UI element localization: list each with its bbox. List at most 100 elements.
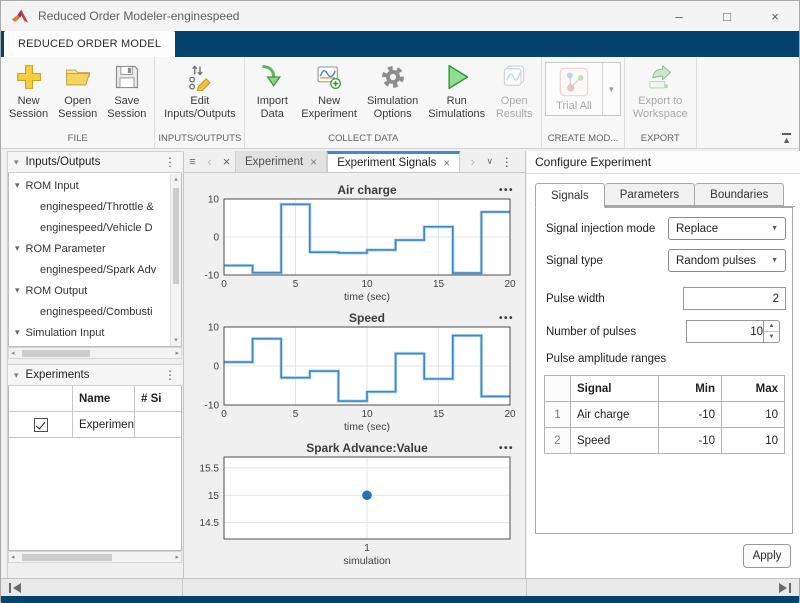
collapse-triangle-icon[interactable]: [14, 157, 19, 168]
minimize-icon[interactable]: –: [655, 1, 703, 31]
save-session-button[interactable]: Save Session: [102, 60, 151, 123]
tree-horizontal-scrollbar[interactable]: ◂ ▸: [8, 347, 182, 359]
scrollbar-thumb[interactable]: [22, 554, 112, 561]
apply-button[interactable]: Apply: [743, 544, 791, 568]
min-cell[interactable]: -10: [659, 428, 722, 454]
svg-text:10: 10: [208, 323, 220, 334]
scrollbar-thumb[interactable]: [173, 188, 179, 284]
new-session-button[interactable]: New Session: [4, 60, 53, 123]
svg-text:Air charge: Air charge: [337, 183, 397, 197]
close-icon[interactable]: ×: [751, 1, 799, 31]
close-icon[interactable]: [310, 155, 317, 169]
close-icon[interactable]: [443, 156, 450, 170]
tab-signals[interactable]: Signals: [535, 183, 605, 208]
max-cell[interactable]: 10: [722, 428, 785, 454]
tree-item[interactable]: enginespeed/Vehicle D: [9, 217, 181, 238]
collapse-left-panel-icon[interactable]: [9, 583, 22, 593]
svg-text:10: 10: [208, 195, 220, 206]
spinner-up-icon[interactable]: [764, 321, 779, 332]
chevron-down-icon[interactable]: [481, 151, 498, 172]
svg-text:15: 15: [433, 279, 445, 290]
trial-all-button: Trial All▼: [545, 62, 621, 116]
experiment-checkbox[interactable]: [34, 418, 48, 432]
svg-text:-10: -10: [205, 271, 220, 282]
tree-item[interactable]: Simulation Input: [9, 322, 181, 343]
signal-cell: Speed: [571, 428, 659, 454]
tree-item[interactable]: enginespeed/Combusti: [9, 301, 181, 322]
tab-experiment[interactable]: Experiment: [235, 151, 327, 172]
tree-item[interactable]: ROM Parameter: [9, 238, 181, 259]
edit-io-icon: [185, 62, 215, 92]
maximize-icon[interactable]: □: [703, 1, 751, 31]
ribbon-button-label: Save Session: [107, 95, 146, 121]
spinner-down-icon[interactable]: [764, 332, 779, 342]
scroll-left-icon[interactable]: ◂: [11, 553, 15, 561]
trial-all-icon: [559, 67, 589, 97]
ranges-table-header: Signal Min Max: [545, 376, 785, 402]
experiments-horizontal-scrollbar[interactable]: ◂ ▸: [8, 551, 182, 563]
experiment-name-cell[interactable]: Experiment: [73, 412, 135, 437]
collapse-right-panel-icon[interactable]: [778, 583, 791, 593]
number-of-pulses-label: Number of pulses: [546, 326, 636, 338]
scroll-up-icon[interactable]: ▴: [171, 174, 181, 185]
chart-canvas: -1001005101520Speedtime (sec): [188, 311, 520, 435]
scroll-right-icon[interactable]: ▸: [175, 553, 179, 561]
tab-list-menu-icon[interactable]: [184, 151, 201, 172]
tabbar-menu-icon[interactable]: [498, 151, 515, 172]
import-data-button[interactable]: Import Data: [248, 60, 296, 123]
experiments-panel-header[interactable]: Experiments: [8, 364, 182, 386]
svg-text:0: 0: [221, 279, 227, 290]
simulation-options-button[interactable]: Simulation Options: [362, 60, 423, 123]
tree-item[interactable]: ROM Input: [9, 175, 181, 196]
tab-experiment-signals[interactable]: Experiment Signals: [327, 151, 460, 172]
chart-menu-icon[interactable]: [499, 313, 514, 324]
ribbon-group-label: CREATE MOD...: [545, 132, 621, 148]
ribbon-group: New SessionOpen SessionSave SessionFILE: [1, 57, 155, 148]
experiment-row[interactable]: Experiment: [9, 412, 181, 438]
tab-reduced-order-model[interactable]: REDUCED ORDER MODEL: [4, 31, 175, 57]
run-icon: [442, 62, 472, 92]
pulse-width-input[interactable]: [683, 287, 786, 310]
run-simulations-button[interactable]: Run Simulations: [423, 60, 490, 123]
ribbon-group-label: COLLECT DATA: [218, 132, 508, 148]
max-cell[interactable]: 10: [722, 402, 785, 428]
inputs-outputs-panel-header[interactable]: Inputs/Outputs: [8, 151, 182, 173]
open-session-button[interactable]: Open Session: [53, 60, 102, 123]
scroll-tabs-left-icon: [201, 151, 218, 172]
ribbon-button-label: Open Results: [496, 95, 533, 121]
min-cell[interactable]: -10: [659, 402, 722, 428]
panel-menu-icon[interactable]: [164, 155, 176, 169]
title-bar: Reduced Order Modeler-enginespeed – □ ×: [1, 1, 799, 31]
tab-parameters[interactable]: Parameters: [605, 183, 695, 206]
close-tab-icon[interactable]: [218, 151, 235, 172]
chart-menu-icon[interactable]: [499, 443, 514, 454]
scroll-down-icon[interactable]: ▾: [171, 335, 181, 346]
scrollbar-thumb[interactable]: [22, 350, 90, 357]
tab-boundaries[interactable]: Boundaries: [695, 183, 784, 206]
chart-menu-icon[interactable]: [499, 185, 514, 196]
open-results-button: Open Results: [490, 60, 538, 123]
configure-tabs: Signals Parameters Boundaries: [535, 183, 795, 207]
ribbon-tab-strip: REDUCED ORDER MODEL: [1, 31, 799, 57]
svg-text:5: 5: [293, 279, 299, 290]
signal-type-dropdown[interactable]: Random pulses: [668, 249, 786, 272]
collapse-triangle-icon[interactable]: [15, 180, 20, 191]
configure-panel-title: Configure Experiment: [527, 151, 800, 174]
scroll-right-icon[interactable]: ▸: [175, 349, 179, 357]
number-of-pulses-spinner: [763, 320, 780, 343]
collapse-triangle-icon[interactable]: [15, 285, 20, 296]
tree-item[interactable]: enginespeed/Throttle &: [9, 196, 181, 217]
signal-injection-mode-dropdown[interactable]: Replace: [668, 217, 786, 240]
edit-inputs-outputs-button[interactable]: Edit Inputs/Outputs: [159, 60, 241, 123]
new-experiment-button[interactable]: New Experiment: [296, 60, 362, 123]
tree-item[interactable]: ROM Output: [9, 280, 181, 301]
tree-vertical-scrollbar[interactable]: ▴ ▾: [170, 174, 181, 346]
collapse-triangle-icon[interactable]: [14, 370, 19, 381]
svg-text:15: 15: [433, 409, 445, 420]
scroll-left-icon[interactable]: ◂: [11, 349, 15, 357]
collapse-triangle-icon[interactable]: [15, 243, 20, 254]
tree-item[interactable]: enginespeed/Spark Adv: [9, 259, 181, 280]
panel-menu-icon[interactable]: [164, 368, 176, 382]
collapse-triangle-icon[interactable]: [15, 327, 20, 338]
number-of-pulses-input[interactable]: [686, 320, 770, 343]
